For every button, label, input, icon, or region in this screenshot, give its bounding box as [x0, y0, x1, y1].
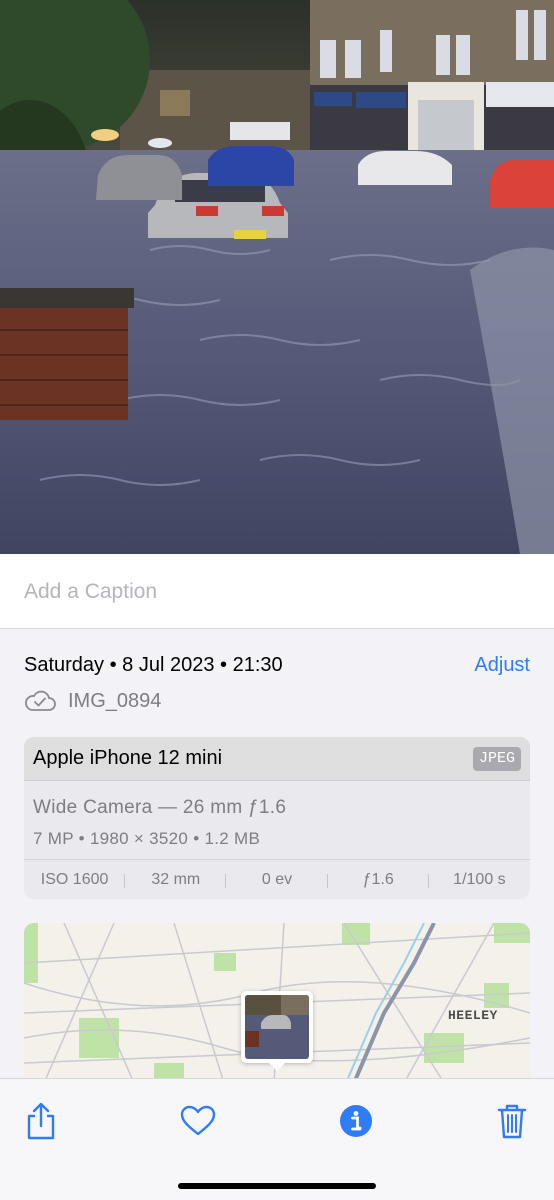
- favorite-button[interactable]: [176, 1099, 220, 1143]
- adjust-button[interactable]: Adjust: [474, 654, 530, 677]
- info-panel: Saturday • 8 Jul 2023 • 21:30 Adjust IMG…: [0, 630, 554, 1078]
- exif-row: ISO 1600 32 mm 0 ev ƒ1.6 1/100 s: [24, 859, 530, 899]
- exif-aperture: ƒ1.6: [328, 871, 430, 889]
- trash-icon: [497, 1104, 527, 1139]
- caption-area: [0, 554, 554, 629]
- caption-input[interactable]: [24, 576, 524, 608]
- exif-exposure-bias: 0 ev: [226, 871, 328, 889]
- capture-date: Saturday • 8 Jul 2023 • 21:30: [24, 654, 283, 676]
- pin-thumbnail: [245, 995, 309, 1059]
- device-name: Apple iPhone 12 mini: [33, 747, 223, 769]
- format-badge: JPEG: [472, 747, 521, 771]
- info-icon: [340, 1105, 372, 1137]
- delete-button[interactable]: [490, 1099, 534, 1143]
- photo-view[interactable]: [0, 0, 554, 554]
- exif-iso: ISO 1600: [24, 871, 126, 889]
- share-icon: [27, 1102, 55, 1140]
- lens-info: Wide Camera — 26 mm ƒ1.6: [33, 797, 287, 818]
- camera-card-header: Apple iPhone 12 mini JPEG: [24, 737, 530, 781]
- exif-focal-length: 32 mm: [125, 871, 227, 889]
- photo-location-pin[interactable]: [241, 991, 313, 1071]
- camera-info-card: Apple iPhone 12 mini JPEG Wide Camera — …: [24, 737, 530, 899]
- flooded-street-photo: [0, 0, 554, 554]
- file-name: IMG_0894: [68, 689, 162, 712]
- file-row: IMG_0894: [24, 688, 161, 714]
- location-map[interactable]: HEELEY: [24, 923, 530, 1078]
- bottom-toolbar: [0, 1078, 554, 1200]
- image-specs: 7 MP • 1980 × 3520 • 1.2 MB: [33, 829, 261, 848]
- heart-icon: [180, 1105, 216, 1136]
- map-place-label: HEELEY: [448, 1008, 498, 1023]
- exif-shutter-speed: 1/100 s: [453, 870, 506, 888]
- icloud-icon: [25, 690, 56, 711]
- home-indicator[interactable]: [178, 1183, 376, 1189]
- info-button[interactable]: [334, 1099, 378, 1143]
- date-row: Saturday • 8 Jul 2023 • 21:30 Adjust: [24, 654, 530, 682]
- share-button[interactable]: [19, 1099, 63, 1143]
